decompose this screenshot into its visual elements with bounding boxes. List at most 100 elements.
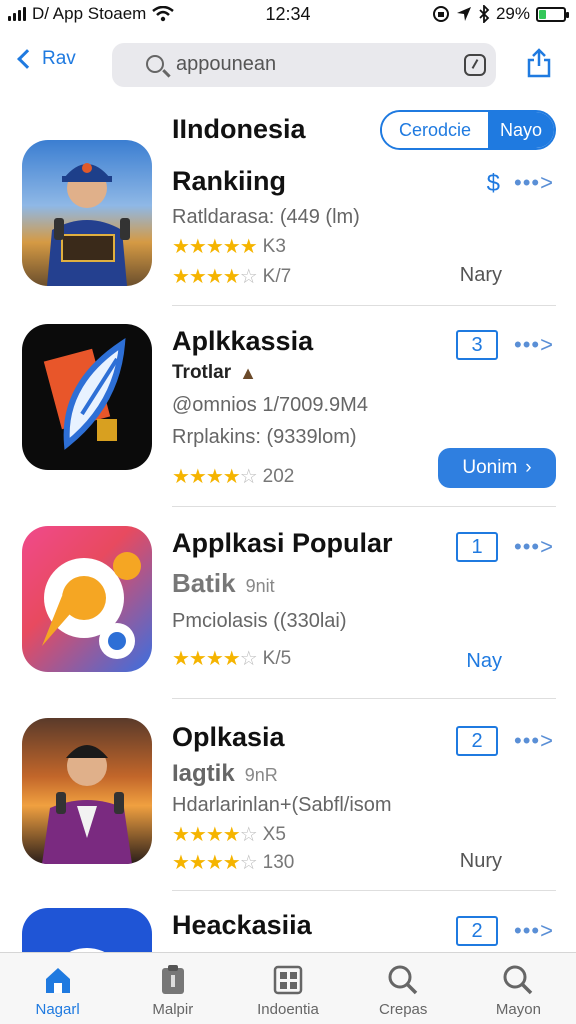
- boot-icon: ▲: [239, 362, 257, 383]
- search-placeholder: appounean: [176, 53, 277, 75]
- rating-row: ★★★★☆ 202: [172, 464, 294, 489]
- rating-count: K/7: [262, 265, 292, 287]
- tab-nagarl[interactable]: Nagarl: [0, 953, 115, 1024]
- row-subtitle: Rankiing: [172, 166, 287, 196]
- row-title: Applkasi Popular: [172, 528, 393, 558]
- star-rating-icon: ★★★★☆: [172, 852, 258, 874]
- home-icon: [45, 968, 70, 993]
- bird-illustration: [42, 552, 141, 659]
- search-input[interactable]: [112, 43, 496, 87]
- list-item[interactable]: Applkasi Popular 1 •••> Batik 9nit Pmcio…: [0, 506, 576, 699]
- back-label: Rav: [42, 48, 76, 69]
- rating-count: X5: [262, 823, 286, 845]
- row-meta: Rrplakins: (9339lom): [172, 426, 357, 448]
- location-icon: [456, 7, 471, 21]
- divider: [172, 890, 556, 891]
- row-title: IIndonesia: [172, 114, 306, 144]
- rank-badge: 1: [456, 532, 498, 562]
- row-subtitle: Trotlar ▲: [172, 362, 257, 384]
- app-icon-surfboard[interactable]: [22, 324, 152, 470]
- row-meta: Ratldarasa: (449 (lm): [172, 206, 360, 228]
- bluetooth-icon: [479, 5, 490, 23]
- tab-label: Crepas: [379, 1001, 428, 1018]
- tab-label: Nagarl: [35, 1001, 80, 1018]
- row-title: Aplkkassia: [172, 326, 314, 356]
- tab-label: Malpir: [152, 1001, 194, 1018]
- rating-count: 130: [262, 851, 295, 873]
- row-subtitle-text: Trotlar: [172, 362, 232, 383]
- app-icon-bird[interactable]: [22, 526, 152, 672]
- app-icon-man-portrait[interactable]: [22, 718, 152, 864]
- segment-left[interactable]: Cerodcie: [382, 112, 488, 148]
- rating-row: ★★★★☆ X5: [172, 822, 286, 847]
- chevron-left-icon: [17, 49, 37, 69]
- tab-mayon[interactable]: Mayon: [461, 953, 576, 1024]
- row-title: Oplkasia: [172, 722, 285, 752]
- row-subtitle-text: Batik: [172, 568, 236, 598]
- more-icon[interactable]: •••>: [514, 170, 554, 196]
- segmented-control: Cerodcie Nayo: [380, 110, 556, 150]
- rank-badge: 2: [456, 916, 498, 946]
- search-icon: [388, 965, 418, 995]
- back-button[interactable]: Rav: [16, 48, 76, 70]
- tab-label: Indoentia: [257, 1001, 319, 1018]
- star-rating-icon: ★★★★☆: [172, 466, 258, 488]
- row-subtitle-text: Iagtik: [172, 760, 235, 787]
- battery-icon: [536, 6, 569, 22]
- get-button-label: Uonim: [462, 457, 518, 478]
- share-icon[interactable]: [526, 48, 552, 78]
- more-icon[interactable]: •••>: [514, 918, 554, 944]
- star-rating-icon: ★★★★☆: [172, 824, 258, 846]
- search-icon: [503, 965, 533, 995]
- status-right: 29%: [432, 4, 569, 24]
- segment-right[interactable]: Nayo: [488, 112, 554, 148]
- star-rating-icon: ★★★★★: [172, 236, 258, 258]
- row-meta: Hdarlarinlan+(Sabfl/isom: [172, 794, 392, 816]
- rating-row: ★★★★★ K3: [172, 234, 286, 259]
- app-icon-boy-poster[interactable]: [22, 140, 152, 286]
- rating-count: 202: [262, 465, 295, 487]
- rating-row: ★★★★☆ K/5: [172, 646, 291, 671]
- orientation-lock-icon: [432, 6, 449, 22]
- app-icon-target[interactable]: [22, 908, 152, 952]
- list-item[interactable]: Oplkasia 2 •••> Iagtik 9nR Hdarlarinlan+…: [0, 698, 576, 892]
- row-title: Heackasiia: [172, 910, 312, 940]
- search-icon: [146, 55, 164, 73]
- tab-malpir[interactable]: Malpir: [115, 953, 230, 1024]
- row-meta: Pmciolasis ((330lai): [172, 610, 347, 632]
- row-subtitle-extra: 9nR: [244, 765, 278, 785]
- chevron-right-icon: ›: [525, 457, 532, 478]
- status-bar: D/ App Stoaem 12:34 29%: [0, 0, 576, 30]
- scan-icon[interactable]: [464, 54, 486, 76]
- star-rating-icon: ★★★★☆: [172, 266, 258, 288]
- price-icon: $: [486, 170, 500, 197]
- rating-count: K3: [262, 235, 286, 257]
- get-button[interactable]: Uonim ›: [438, 448, 556, 488]
- row-right-label: Nury: [459, 850, 502, 872]
- more-icon[interactable]: •••>: [514, 728, 554, 754]
- row-subtitle-extra: 9nit: [245, 576, 275, 596]
- list-item[interactable]: Aplkkassia 3 •••> Trotlar ▲ @omnios 1/70…: [0, 306, 576, 507]
- grid-icon: [273, 965, 303, 995]
- battery-percent: 29%: [495, 4, 530, 23]
- row-subtitle: Batik 9nit: [172, 568, 275, 599]
- row-subtitle: Iagtik 9nR: [172, 760, 278, 788]
- list-item[interactable]: Heackasiia 2 •••>: [0, 892, 576, 952]
- tab-crepas[interactable]: Crepas: [346, 953, 461, 1024]
- rank-badge: 2: [456, 726, 498, 756]
- clipboard-icon: [161, 965, 184, 994]
- tab-bar: Nagarl Malpir Indoentia Crepas Mayon: [0, 952, 576, 1024]
- rating-count: K/5: [262, 647, 292, 669]
- more-icon[interactable]: •••>: [514, 332, 554, 358]
- more-icon[interactable]: •••>: [514, 534, 554, 560]
- surfboard-illustration: [43, 338, 126, 450]
- list-item[interactable]: IIndonesia Cerodcie Nayo Rankiing $ •••>…: [0, 100, 576, 306]
- rating-row: ★★★★☆ 130: [172, 850, 294, 875]
- star-rating-icon: ★★★★☆: [172, 648, 258, 670]
- row-meta: @omnios 1/7009.9M4: [172, 394, 368, 416]
- tab-label: Mayon: [495, 1001, 541, 1018]
- boy-illustration: [47, 163, 130, 286]
- tab-indoentia[interactable]: Indoentia: [230, 953, 345, 1024]
- target-illustration: [69, 948, 105, 952]
- rating-row: ★★★★☆ K/7: [172, 264, 291, 289]
